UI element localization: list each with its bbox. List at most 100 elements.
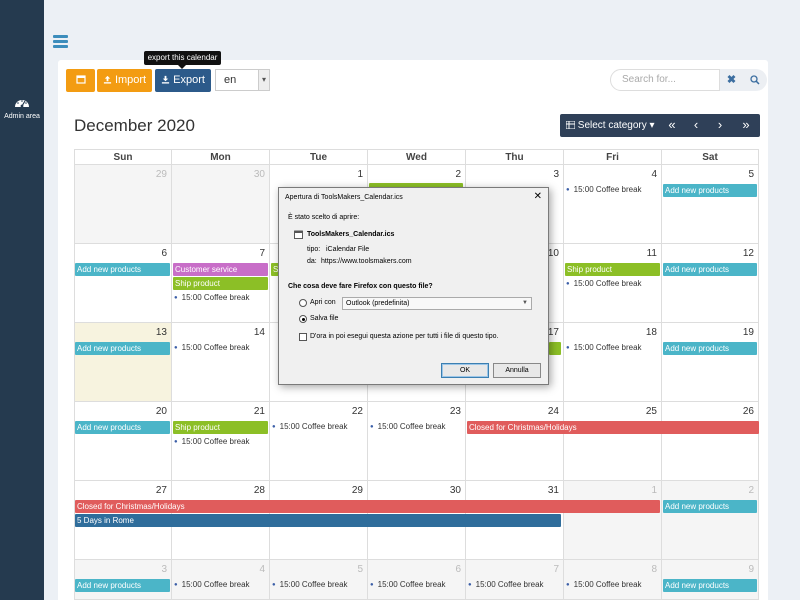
day-number: 6	[455, 564, 461, 575]
day-cell[interactable]: 25	[564, 402, 662, 481]
event-ship-product[interactable]: Ship product	[173, 277, 268, 290]
admin-area-label: Admin area	[4, 113, 40, 120]
event-coffee-break[interactable]: 15:00 Coffee break	[566, 184, 642, 196]
day-number: 21	[253, 406, 265, 417]
day-number: 3	[553, 169, 559, 180]
event-bar[interactable]	[549, 342, 561, 355]
event-ship-product[interactable]: Ship product	[173, 421, 268, 434]
export-label: Export	[173, 74, 205, 86]
search-button[interactable]	[743, 69, 767, 91]
day-cell[interactable]: 6	[74, 244, 172, 323]
search-input[interactable]: Search for...	[610, 69, 720, 91]
event-add-new-products[interactable]: Add new products	[75, 263, 170, 276]
day-cell[interactable]: 22	[270, 402, 368, 481]
day-number: 26	[742, 406, 754, 417]
event-add-new-products[interactable]: Add new products	[75, 579, 170, 592]
prev-year-button[interactable]: «	[660, 114, 684, 136]
chevron-down-icon: ▼	[522, 300, 528, 306]
import-label: Import	[114, 74, 147, 86]
day-number: 30	[449, 485, 461, 496]
event-coffee-break[interactable]: 15:00 Coffee break	[272, 421, 348, 433]
ok-button[interactable]: OK	[441, 363, 489, 378]
day-cell[interactable]: 20	[74, 402, 172, 481]
event-coffee-break[interactable]: 15:00 Coffee break	[468, 579, 544, 591]
day-cell[interactable]: 18	[564, 323, 662, 402]
dialog-title: Apertura di ToolsMakers_Calendar.ics	[285, 194, 403, 201]
save-file-radio[interactable]	[299, 315, 307, 323]
next-year-button[interactable]: »	[734, 114, 758, 136]
day-cell[interactable]: 14	[172, 323, 270, 402]
from-label: da:	[307, 258, 317, 265]
day-cell[interactable]: 30	[172, 165, 270, 244]
event-add-new-products[interactable]: Add new products	[75, 342, 170, 355]
day-cell[interactable]: 12	[662, 244, 759, 323]
event-closed-holidays[interactable]: Closed for Christmas/Holidays	[75, 500, 660, 513]
next-month-button[interactable]: ›	[708, 114, 732, 136]
day-cell[interactable]: 23	[368, 402, 466, 481]
open-with-label: Apri con	[310, 299, 336, 306]
language-select[interactable]: en ▾	[215, 69, 270, 91]
select-category-dropdown[interactable]: Select category ▾	[565, 114, 655, 137]
day-cell[interactable]: 5	[662, 165, 759, 244]
day-number: 5	[748, 169, 754, 180]
day-number: 23	[449, 406, 461, 417]
left-sidebar: Admin area	[0, 0, 44, 600]
event-rome-trip[interactable]: 5 Days in Rome	[75, 514, 561, 527]
dow-header: Tue	[270, 149, 368, 165]
remember-checkbox[interactable]	[299, 333, 307, 341]
event-coffee-break[interactable]: 15:00 Coffee break	[370, 579, 446, 591]
event-closed-holidays[interactable]: Closed for Christmas/Holidays	[467, 421, 759, 434]
event-coffee-break[interactable]: 15:00 Coffee break	[174, 342, 250, 354]
event-coffee-break[interactable]: 15:00 Coffee break	[272, 579, 348, 591]
day-number: 20	[155, 406, 167, 417]
event-add-new-products[interactable]: Add new products	[663, 342, 757, 355]
day-number: 27	[155, 485, 167, 496]
calendar-navbar: Select category ▾ « ‹ › »	[560, 114, 760, 137]
export-button[interactable]: Export	[155, 69, 211, 92]
event-coffee-break[interactable]: 15:00 Coffee break	[566, 579, 642, 591]
close-icon[interactable]: ✕	[534, 191, 542, 202]
event-add-new-products[interactable]: Add new products	[75, 421, 170, 434]
day-number: 22	[351, 406, 363, 417]
calendar-view-button[interactable]	[66, 69, 95, 92]
menu-toggle-icon[interactable]	[53, 35, 68, 48]
event-coffee-break[interactable]: 15:00 Coffee break	[566, 278, 642, 290]
event-coffee-break[interactable]: 15:00 Coffee break	[174, 436, 250, 448]
day-cell[interactable]: 19	[662, 323, 759, 402]
event-add-new-products[interactable]: Add new products	[663, 263, 757, 276]
cancel-button[interactable]: Annulla	[493, 363, 541, 378]
day-cell[interactable]: 4	[564, 165, 662, 244]
event-add-new-products[interactable]: Add new products	[663, 579, 757, 592]
open-with-radio[interactable]	[299, 299, 307, 307]
day-cell[interactable]: 24	[466, 402, 564, 481]
day-cell[interactable]: 26	[662, 402, 759, 481]
admin-area-link[interactable]: Admin area	[0, 96, 44, 120]
dow-header: Sat	[662, 149, 759, 165]
dow-header: Sun	[74, 149, 172, 165]
file-open-dialog: Apertura di ToolsMakers_Calendar.ics ✕ È…	[278, 187, 549, 385]
event-coffee-break[interactable]: 15:00 Coffee break	[174, 579, 250, 591]
event-coffee-break[interactable]: 15:00 Coffee break	[566, 342, 642, 354]
day-number: 29	[155, 169, 167, 180]
event-add-new-products[interactable]: Add new products	[663, 184, 757, 197]
list-icon	[565, 120, 576, 130]
remember-label: D'ora in poi esegui questa azione per tu…	[310, 333, 499, 340]
day-number: 11	[646, 248, 657, 259]
type-value: iCalendar File	[326, 246, 370, 253]
day-number: 6	[161, 248, 167, 259]
event-customer-service[interactable]: Customer service	[173, 263, 268, 276]
upload-icon	[103, 75, 111, 84]
day-cell[interactable]: 29	[74, 165, 172, 244]
day-cell-today[interactable]: 13	[74, 323, 172, 402]
day-cell[interactable]: 2	[662, 481, 759, 560]
day-cell[interactable]: 1	[564, 481, 662, 560]
open-with-select[interactable]: Outlook (predefinita) ▼	[342, 297, 532, 310]
clear-search-icon[interactable]: ✖	[720, 69, 743, 91]
day-number: 3	[161, 564, 167, 575]
prev-month-button[interactable]: ‹	[684, 114, 708, 136]
import-button[interactable]: Import	[97, 69, 152, 92]
event-coffee-break[interactable]: 15:00 Coffee break	[370, 421, 446, 433]
event-add-new-products[interactable]: Add new products	[663, 500, 757, 513]
event-coffee-break[interactable]: 15:00 Coffee break	[174, 292, 250, 304]
event-ship-product[interactable]: Ship product	[565, 263, 660, 276]
